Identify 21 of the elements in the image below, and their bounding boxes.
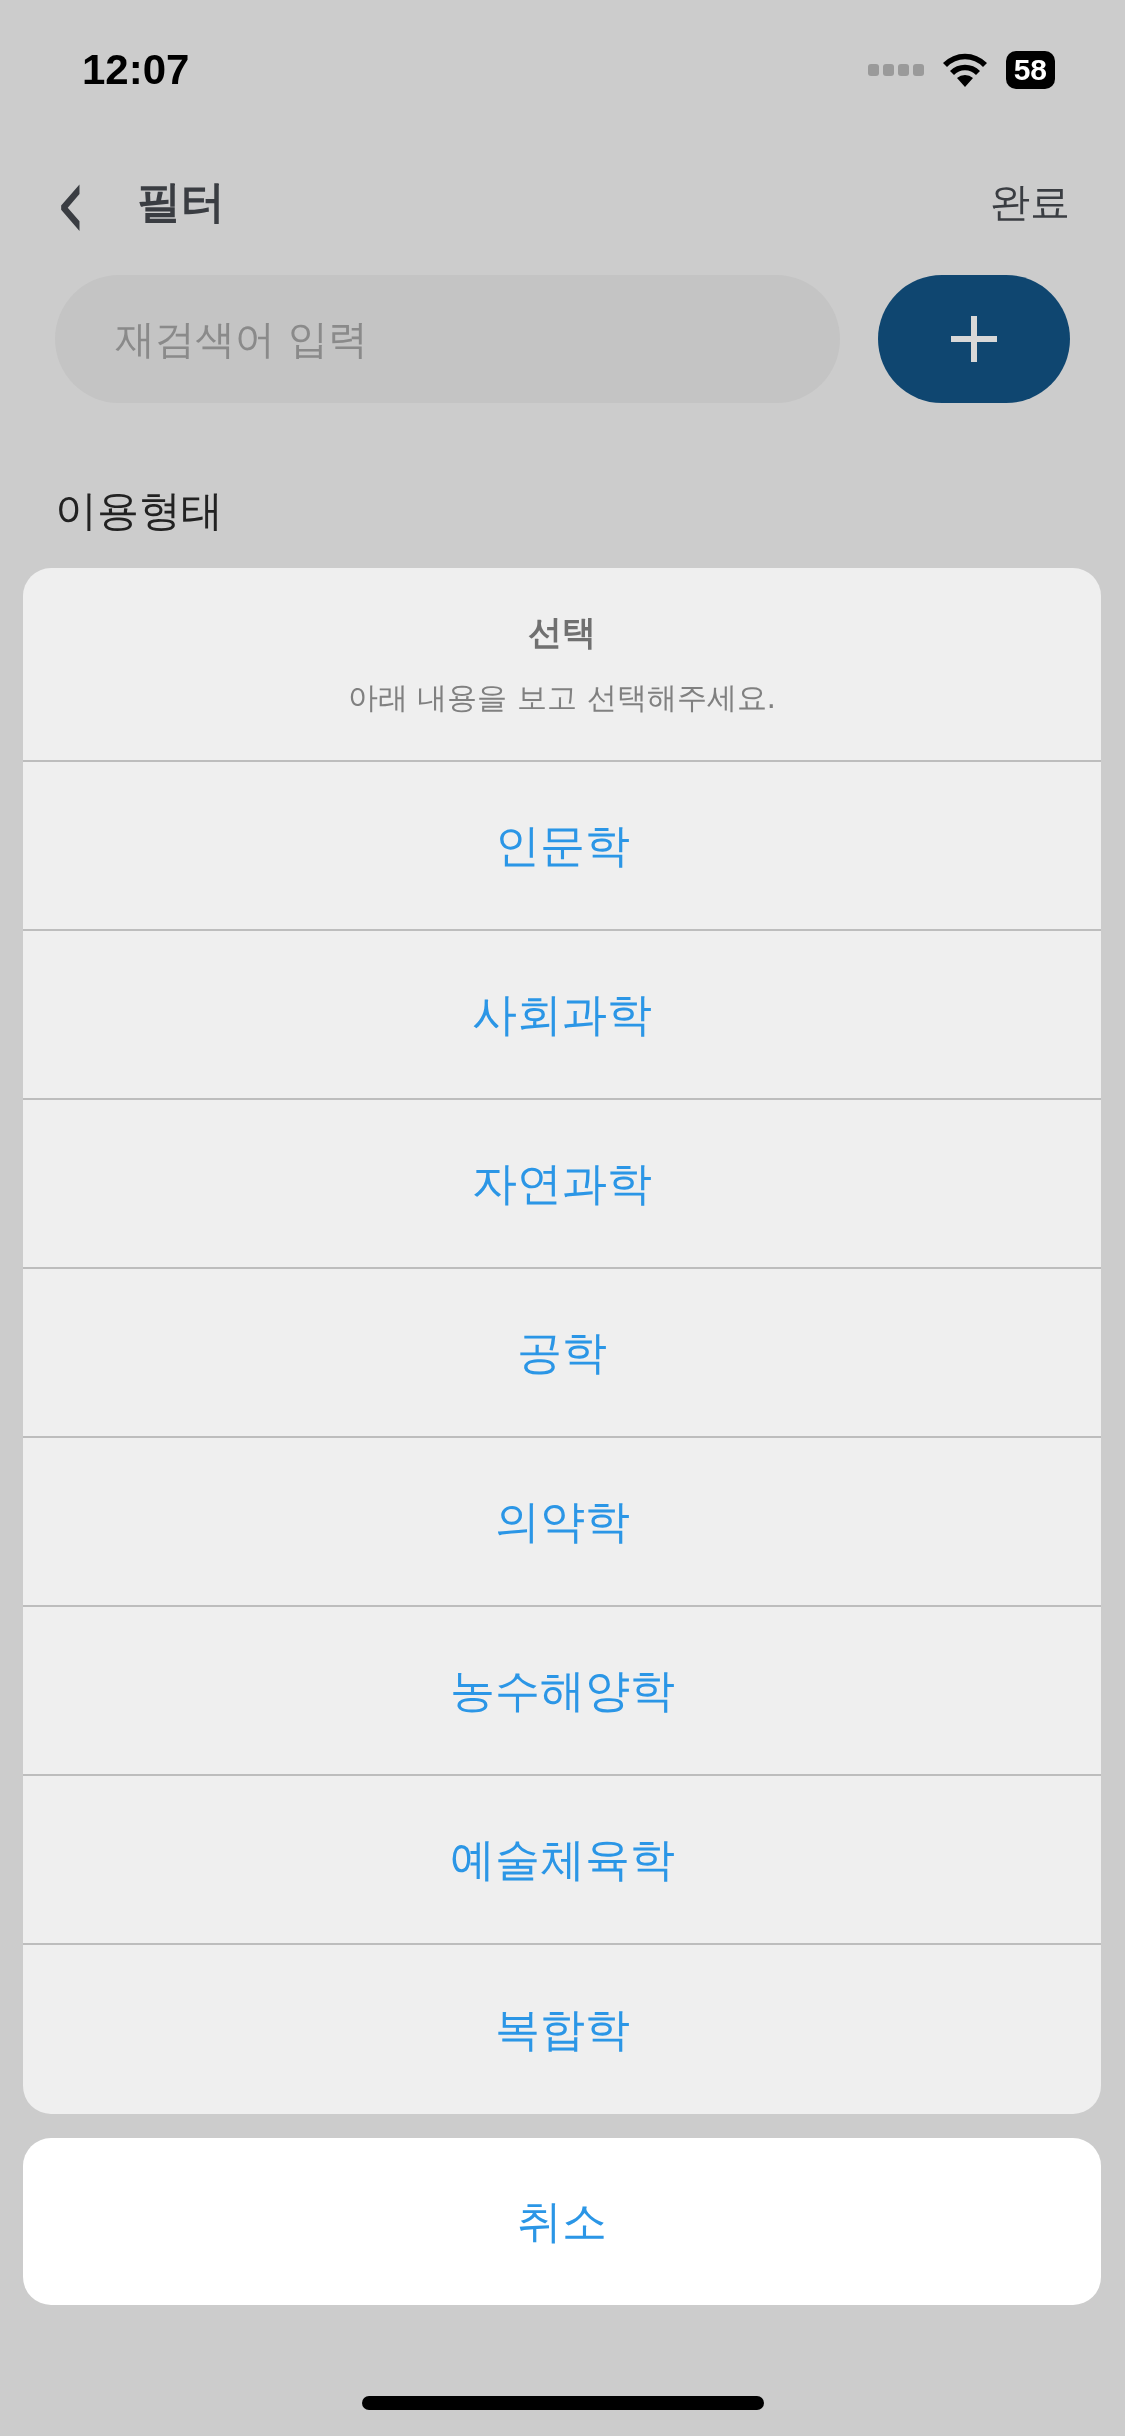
section-label: 이용형태 [54,485,224,537]
sheet-option[interactable]: 인문학 [23,762,1101,931]
back-button[interactable]: ‹ [55,150,87,255]
cancel-button[interactable]: 취소 [23,2138,1101,2305]
search-field[interactable]: 재검색어 입력 [55,275,840,403]
sheet-option[interactable]: 복합학 [23,1945,1101,2114]
signal-icon [867,64,924,76]
sheet-title: 선택 [528,610,596,654]
plus-icon [949,314,999,364]
sheet-message: 아래 내용을 보고 선택해주세요. [347,678,777,717]
battery-indicator: 58 [1005,51,1055,89]
sheet-option[interactable]: 공학 [23,1269,1101,1438]
sheet-option[interactable]: 사회과학 [23,931,1101,1100]
status-time: 12:07 [82,46,190,94]
wifi-icon [941,53,988,87]
sheet-option[interactable]: 의약학 [23,1438,1101,1607]
sheet-option[interactable]: 농수해양학 [23,1607,1101,1776]
done-button[interactable]: 완료 [990,175,1070,230]
sheet-option[interactable]: 예술체육학 [23,1776,1101,1945]
sheet-option[interactable]: 자연과학 [23,1100,1101,1269]
page-title: 필터 [137,175,226,229]
